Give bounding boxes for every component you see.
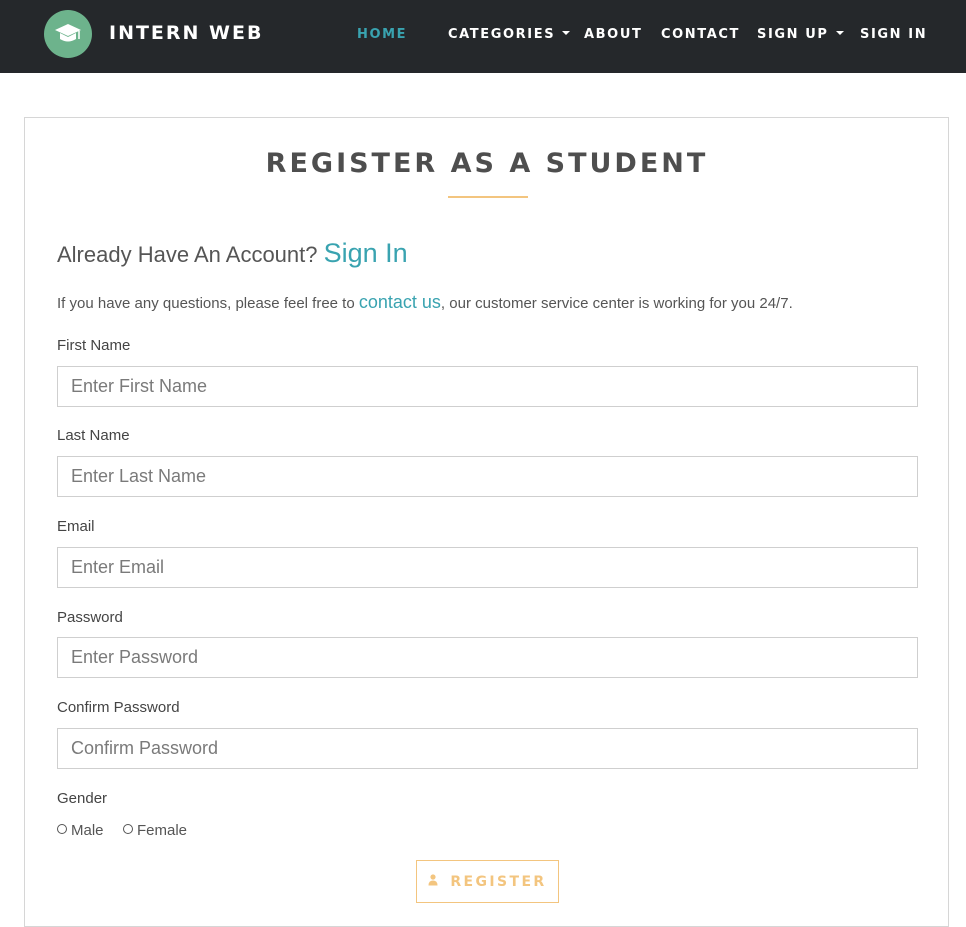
register-button[interactable]: REGISTER xyxy=(416,860,559,903)
user-icon xyxy=(428,873,438,890)
help-text-after: , our customer service center is working… xyxy=(440,295,793,312)
last-name-field[interactable] xyxy=(57,456,918,497)
first-name-field[interactable] xyxy=(57,366,918,407)
radio-button[interactable] xyxy=(57,824,67,834)
nav-home-label: HOME xyxy=(357,27,408,42)
nav-categories-label: CATEGORIES xyxy=(448,27,556,42)
gender-male-label: Male xyxy=(71,822,104,839)
nav-sign-in[interactable]: SIGN IN xyxy=(860,27,927,42)
email-label: Email xyxy=(57,518,95,535)
radio-button[interactable] xyxy=(123,824,133,834)
title-divider xyxy=(448,196,528,198)
nav-contact[interactable]: CONTACT xyxy=(661,27,740,42)
register-button-label: REGISTER xyxy=(450,873,547,890)
contact-us-link[interactable]: contact us xyxy=(359,292,441,312)
navbar: INTERN WEB HOME CATEGORIES ABOUT CONTACT… xyxy=(0,0,966,73)
gender-radio-male[interactable]: Male xyxy=(57,822,104,839)
graduation-cap-icon xyxy=(55,24,81,42)
last-name-label: Last Name xyxy=(57,427,130,444)
password-field[interactable] xyxy=(57,637,918,678)
nav-sign-up-label: SIGN UP xyxy=(757,27,829,42)
gender-female-label: Female xyxy=(137,822,188,839)
confirm-password-field[interactable] xyxy=(57,728,918,769)
email-field[interactable] xyxy=(57,547,918,588)
already-have-account: Already Have An Account? Sign In xyxy=(57,238,408,269)
sign-in-link[interactable]: Sign In xyxy=(324,238,408,268)
brand-name[interactable]: INTERN WEB xyxy=(109,22,263,44)
nav-sign-up[interactable]: SIGN UP xyxy=(757,27,844,42)
confirm-password-label: Confirm Password xyxy=(57,699,180,716)
nav-sign-in-label: SIGN IN xyxy=(860,27,928,42)
help-text-before: If you have any questions, please feel f… xyxy=(57,295,355,312)
already-text: Already Have An Account? xyxy=(57,242,318,267)
nav-about[interactable]: ABOUT xyxy=(584,27,642,42)
nav-contact-label: CONTACT xyxy=(661,27,740,42)
nav-home[interactable]: HOME xyxy=(357,27,407,42)
nav-about-label: ABOUT xyxy=(584,27,643,42)
page-title: REGISTER AS A STUDENT xyxy=(265,148,709,179)
gender-radio-female[interactable]: Female xyxy=(123,822,187,839)
caret-down-icon xyxy=(835,31,844,35)
password-label: Password xyxy=(57,609,123,626)
help-text: If you have any questions, please feel f… xyxy=(57,292,793,313)
gender-label: Gender xyxy=(57,790,108,807)
first-name-label: First Name xyxy=(57,337,131,354)
nav-categories[interactable]: CATEGORIES xyxy=(448,27,571,42)
logo[interactable] xyxy=(44,10,92,58)
caret-down-icon xyxy=(562,31,571,35)
